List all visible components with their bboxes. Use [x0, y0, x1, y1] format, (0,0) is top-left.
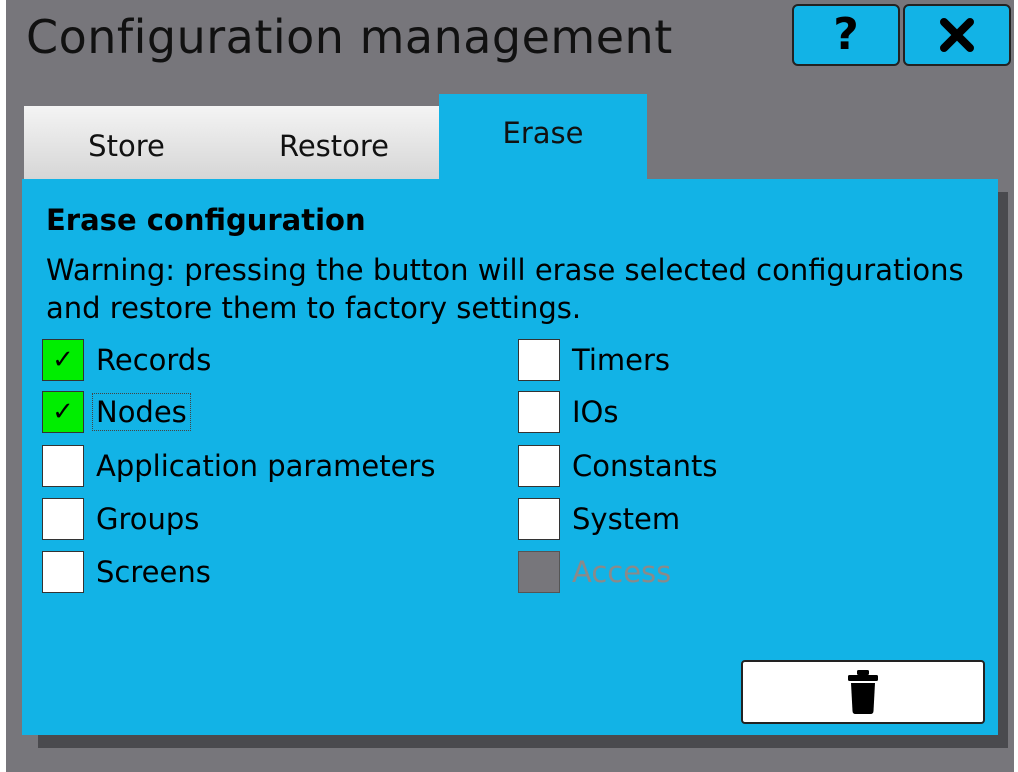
- option-nodes[interactable]: ✓ Nodes: [42, 390, 191, 434]
- option-ios[interactable]: IOs: [518, 390, 621, 434]
- checkbox-access: [518, 551, 560, 593]
- option-label: IOs: [572, 395, 619, 429]
- checkbox-timers[interactable]: [518, 339, 560, 381]
- option-access: Access: [518, 550, 673, 594]
- trash-icon: [848, 670, 878, 714]
- window-title: Configuration management: [26, 10, 673, 64]
- option-label: Application parameters: [96, 449, 436, 483]
- option-label: System: [572, 502, 681, 536]
- option-label: Screens: [96, 555, 211, 589]
- close-icon: [940, 18, 974, 52]
- question-mark-icon: ?: [833, 9, 859, 60]
- option-label: Records: [96, 343, 212, 377]
- tab-erase[interactable]: Erase: [439, 94, 647, 180]
- checkbox-constants[interactable]: [518, 445, 560, 487]
- option-records[interactable]: ✓ Records: [42, 338, 213, 382]
- option-screens[interactable]: Screens: [42, 550, 213, 594]
- checkbox-screens[interactable]: [42, 551, 84, 593]
- checkbox-groups[interactable]: [42, 498, 84, 540]
- option-label: Constants: [572, 449, 718, 483]
- help-button[interactable]: ?: [792, 4, 900, 66]
- tab-store[interactable]: Store: [24, 106, 229, 179]
- config-window: Configuration management ? Store Restore…: [6, 0, 1014, 772]
- warning-text: Warning: pressing the button will erase …: [46, 253, 964, 325]
- checkbox-system[interactable]: [518, 498, 560, 540]
- panel-heading: Erase configuration: [46, 203, 366, 237]
- erase-panel: Erase configuration Warning: pressing th…: [22, 179, 998, 735]
- checkbox-application-parameters[interactable]: [42, 445, 84, 487]
- option-label: Timers: [572, 343, 671, 377]
- option-label: Access: [572, 555, 672, 589]
- erase-button[interactable]: [741, 660, 985, 724]
- checkbox-ios[interactable]: [518, 391, 560, 433]
- close-button[interactable]: [903, 4, 1011, 66]
- option-label: Groups: [96, 502, 200, 536]
- tab-restore[interactable]: Restore: [229, 106, 439, 179]
- tab-strip: Store Restore: [24, 106, 439, 179]
- checkbox-nodes[interactable]: ✓: [42, 391, 84, 433]
- option-timers[interactable]: Timers: [518, 338, 672, 382]
- option-label: Nodes: [92, 393, 191, 431]
- option-constants[interactable]: Constants: [518, 444, 719, 488]
- checkbox-records[interactable]: ✓: [42, 339, 84, 381]
- option-application-parameters[interactable]: Application parameters: [42, 444, 437, 488]
- option-groups[interactable]: Groups: [42, 497, 201, 541]
- option-system[interactable]: System: [518, 497, 682, 541]
